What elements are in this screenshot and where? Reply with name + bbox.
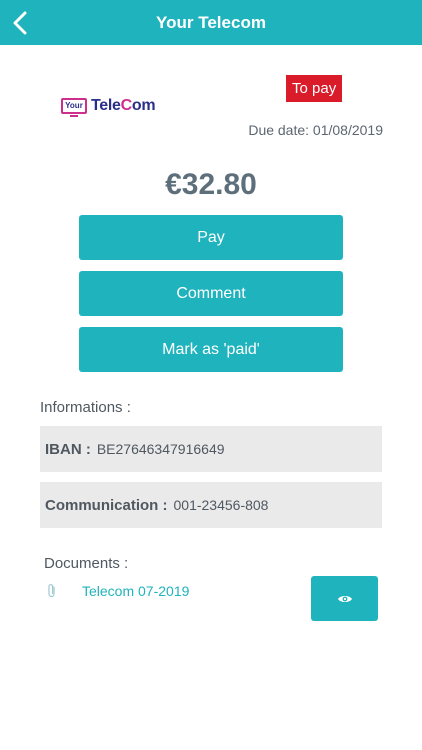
logo-wordmark: TeleCom [91,97,156,115]
paperclip-icon [48,584,55,598]
due-date: Due date: 01/08/2019 [248,122,383,138]
document-name: Telecom 07-2019 [82,583,190,599]
logo-word-end: om [131,97,156,114]
status-badge: To pay [286,75,343,102]
chevron-left-icon [13,11,27,35]
page-title: Your Telecom [156,12,266,32]
informations-heading: Informations : [40,399,131,416]
communication-row: Communication : 001-23456-808 [40,482,382,528]
iban-value: BE27646347916649 [96,441,225,457]
communication-value: 001-23456-808 [173,497,269,513]
view-document-button[interactable] [311,576,378,621]
logo-word-main: Tele [91,97,121,114]
logo-word-accent: C [120,97,133,114]
iban-label: IBAN : [45,440,91,458]
telecom-logo: Your TeleCom [61,94,157,118]
eye-icon [337,595,352,602]
logo-box: Your [61,98,87,117]
back-button[interactable] [6,9,34,37]
communication-label: Communication : [45,496,168,514]
bill-amount: €32.80 [165,168,257,201]
pay-button[interactable]: Pay [79,215,343,260]
top-bar: Your Telecom [0,0,422,45]
comment-button[interactable]: Comment [79,271,343,316]
iban-row: IBAN : BE27646347916649 [40,426,382,472]
mark-paid-button[interactable]: Mark as 'paid' [79,327,343,372]
document-item[interactable]: Telecom 07-2019 [46,583,189,599]
documents-heading: Documents : [44,555,129,572]
